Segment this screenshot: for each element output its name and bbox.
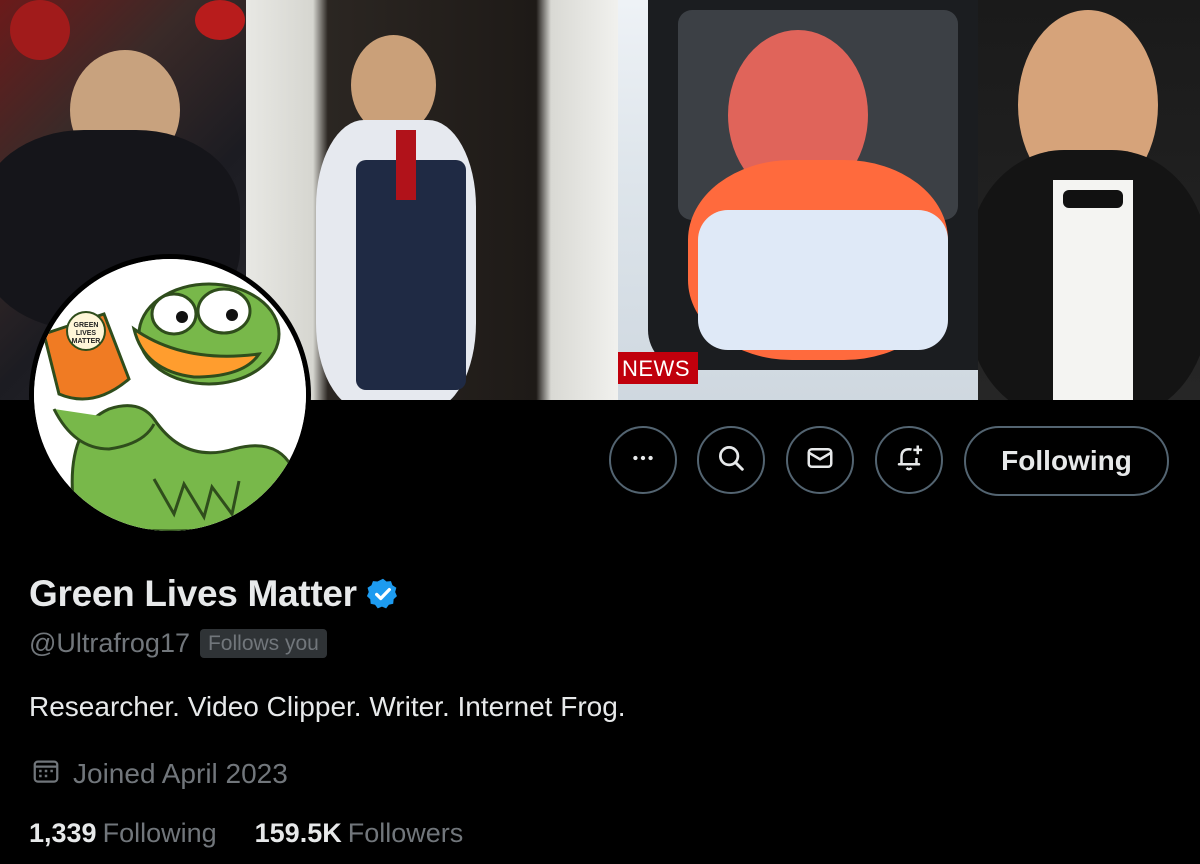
following-label: Following <box>102 818 217 848</box>
more-options-button[interactable] <box>609 426 677 494</box>
follow-stats: 1,339 Following 159.5K Followers <box>29 818 501 849</box>
svg-text:GREEN: GREEN <box>74 322 99 329</box>
user-handle: @Ultrafrog17 <box>29 628 190 658</box>
followers-count: 159.5K <box>254 818 342 848</box>
notifications-button[interactable] <box>875 426 943 494</box>
follows-you-badge: Follows you <box>199 629 327 658</box>
message-button[interactable] <box>786 426 854 494</box>
verified-badge-icon[interactable] <box>365 576 401 612</box>
news-tag: NEWS <box>618 352 698 384</box>
followers-label: Followers <box>347 818 464 848</box>
svg-text:LIVES: LIVES <box>76 330 97 337</box>
more-dots-icon <box>630 445 656 476</box>
display-name: Green Lives Matter <box>29 573 357 614</box>
following-stat-link[interactable]: 1,339 Following <box>29 818 217 849</box>
profile-bio: Researcher. Video Clipper. Writer. Inter… <box>29 691 626 722</box>
handle-row: @Ultrafrog17 Follows you <box>29 628 327 659</box>
following-button[interactable]: Following <box>964 426 1169 496</box>
svg-text:MATTER: MATTER <box>72 338 101 345</box>
search-icon <box>716 443 746 478</box>
profile-avatar[interactable]: GREEN LIVES MATTER <box>29 254 311 536</box>
banner-photo-4 <box>978 0 1200 400</box>
profile-name-row: Green Lives Matter <box>29 573 401 615</box>
envelope-icon <box>805 443 835 478</box>
bell-plus-icon <box>894 443 924 478</box>
banner-photo-3: NEWS <box>618 0 978 400</box>
search-posts-button[interactable] <box>697 426 765 494</box>
joined-date: Joined April 2023 <box>73 757 288 789</box>
following-count: 1,339 <box>29 818 97 848</box>
followers-stat-link[interactable]: 159.5K Followers <box>255 818 464 849</box>
calendar-icon <box>31 756 61 791</box>
frog-avatar-image: GREEN LIVES MATTER <box>34 259 306 531</box>
joined-date-row: Joined April 2023 <box>31 756 288 791</box>
banner-photo-2 <box>246 0 618 400</box>
